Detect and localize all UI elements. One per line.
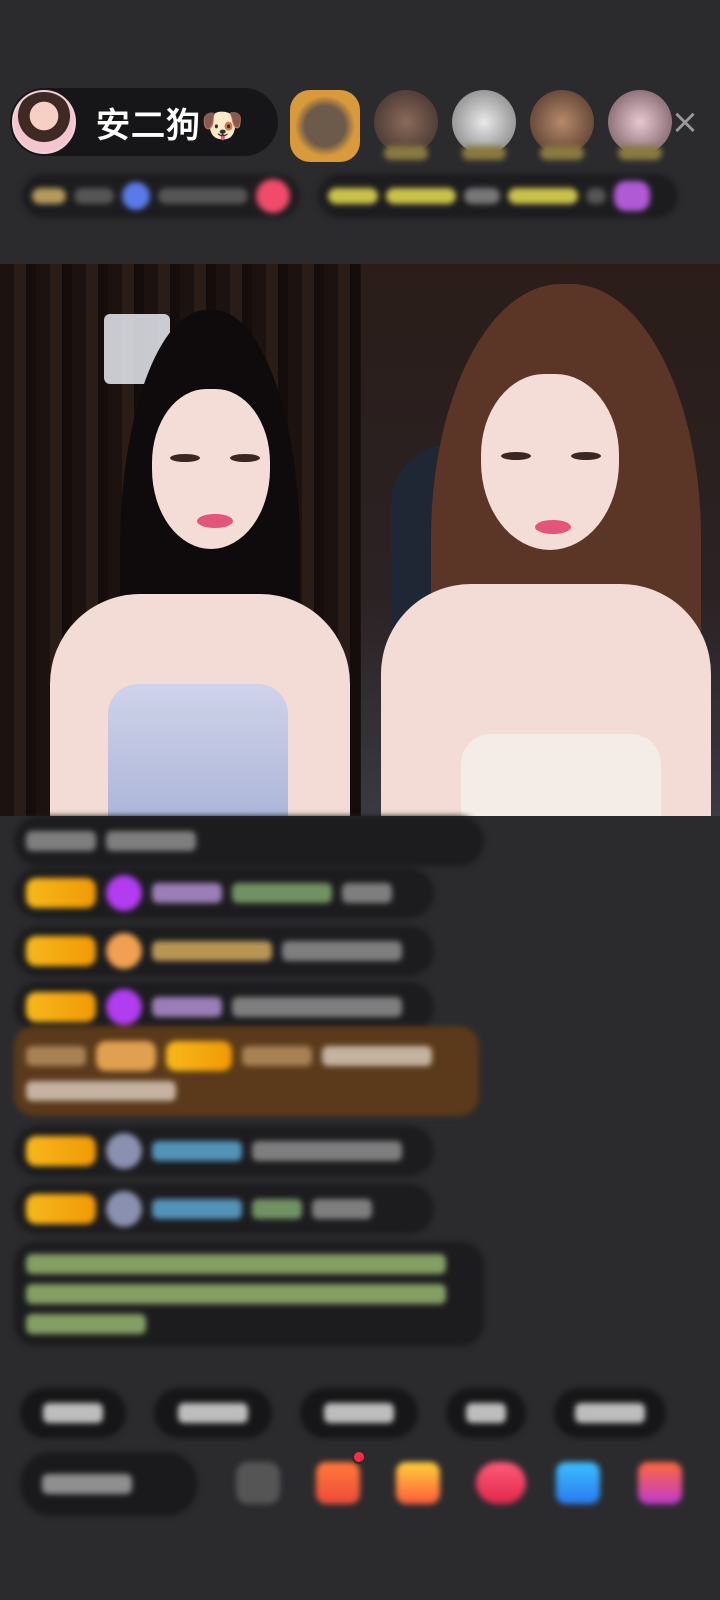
notice-pill[interactable] (318, 174, 678, 218)
notice-text (26, 1254, 446, 1274)
stream-left (0, 264, 360, 816)
message-text (232, 883, 332, 903)
quick-reply-chip[interactable] (154, 1388, 272, 1438)
bottom-toolbar (20, 1450, 720, 1526)
viewer-badge (462, 146, 506, 160)
host-avatar[interactable] (12, 90, 76, 154)
streamer-left (50, 304, 350, 816)
message-text (232, 997, 402, 1017)
message-text (312, 1199, 372, 1219)
rank-text (74, 188, 114, 204)
rank-pill[interactable] (22, 174, 300, 218)
more-gift-icon[interactable] (638, 1462, 682, 1504)
viewer-avatar[interactable] (530, 90, 594, 160)
chat-message (14, 1126, 434, 1176)
follow-icon[interactable] (256, 179, 290, 213)
notice-text (386, 188, 456, 204)
fan-badge-icon (106, 989, 142, 1025)
viewer-badge (618, 146, 662, 160)
notice-text (586, 188, 606, 204)
message-text (252, 1141, 402, 1161)
quick-reply-chip[interactable] (446, 1388, 526, 1438)
level-badge (26, 992, 96, 1022)
username[interactable] (152, 1199, 242, 1219)
gift-icon (614, 181, 650, 211)
quick-reply-chip[interactable] (554, 1388, 666, 1438)
level-badge (26, 936, 96, 966)
chat-message (14, 1184, 434, 1234)
username[interactable] (152, 1141, 242, 1161)
level-badge (26, 1136, 96, 1166)
rank-text (158, 188, 248, 204)
message-text (342, 883, 392, 903)
viewer-avatar[interactable] (290, 90, 360, 162)
game-icon[interactable] (556, 1462, 600, 1504)
quick-reply-row (20, 1388, 666, 1438)
emoji-icon[interactable] (236, 1462, 280, 1504)
chat-message (14, 816, 484, 866)
comment-placeholder (42, 1474, 132, 1494)
viewer-badge (540, 146, 584, 160)
level-badge (166, 1041, 232, 1071)
message-text (26, 1081, 176, 1101)
notice-text (508, 188, 578, 204)
gift-box-icon[interactable] (316, 1462, 360, 1504)
live-video[interactable] (0, 264, 720, 816)
username[interactable] (152, 941, 272, 961)
room-info-row (22, 174, 678, 218)
level-badge (96, 1041, 156, 1071)
chat-message (14, 868, 434, 918)
treasure-icon[interactable] (396, 1462, 440, 1504)
quick-reply-chip[interactable] (300, 1388, 418, 1438)
close-icon[interactable]: × (668, 105, 702, 139)
top-viewer-list (290, 90, 672, 162)
level-badge (26, 878, 96, 908)
chat-message (14, 982, 434, 1032)
notice-text (464, 188, 500, 204)
message-text (282, 941, 402, 961)
comment-input[interactable] (20, 1452, 198, 1516)
notification-dot (352, 1450, 366, 1464)
message-text (26, 831, 96, 851)
notice-text (26, 1284, 446, 1304)
viewer-avatar[interactable] (608, 90, 672, 160)
notice-text (26, 1314, 146, 1334)
host-name: 安二狗🐶 (96, 105, 245, 146)
viewer-badge (384, 146, 428, 160)
fan-badge-icon (106, 1133, 142, 1169)
notice-text (328, 188, 378, 204)
message-text (26, 1046, 86, 1066)
level-badge (26, 1194, 96, 1224)
message-text (106, 831, 196, 851)
highlight-message (14, 1026, 479, 1116)
viewer-avatar[interactable] (452, 90, 516, 160)
rank-icon (32, 188, 66, 204)
viewer-avatar[interactable] (374, 90, 438, 160)
badge-icon (122, 182, 150, 210)
stream-right (361, 264, 720, 816)
fan-badge-icon (106, 875, 142, 911)
system-notice (14, 1242, 484, 1346)
message-text (252, 1199, 302, 1219)
streamer-right (371, 284, 720, 816)
host-info-pill[interactable]: 安二狗🐶 (10, 88, 278, 156)
fan-badge-icon (106, 933, 142, 969)
chat-message (14, 926, 434, 976)
fan-badge-icon (106, 1191, 142, 1227)
username[interactable] (242, 1046, 312, 1066)
message-text (322, 1046, 432, 1066)
username[interactable] (152, 997, 222, 1017)
heart-gift-icon[interactable] (476, 1462, 526, 1504)
username[interactable] (152, 883, 222, 903)
quick-reply-chip[interactable] (20, 1388, 126, 1438)
